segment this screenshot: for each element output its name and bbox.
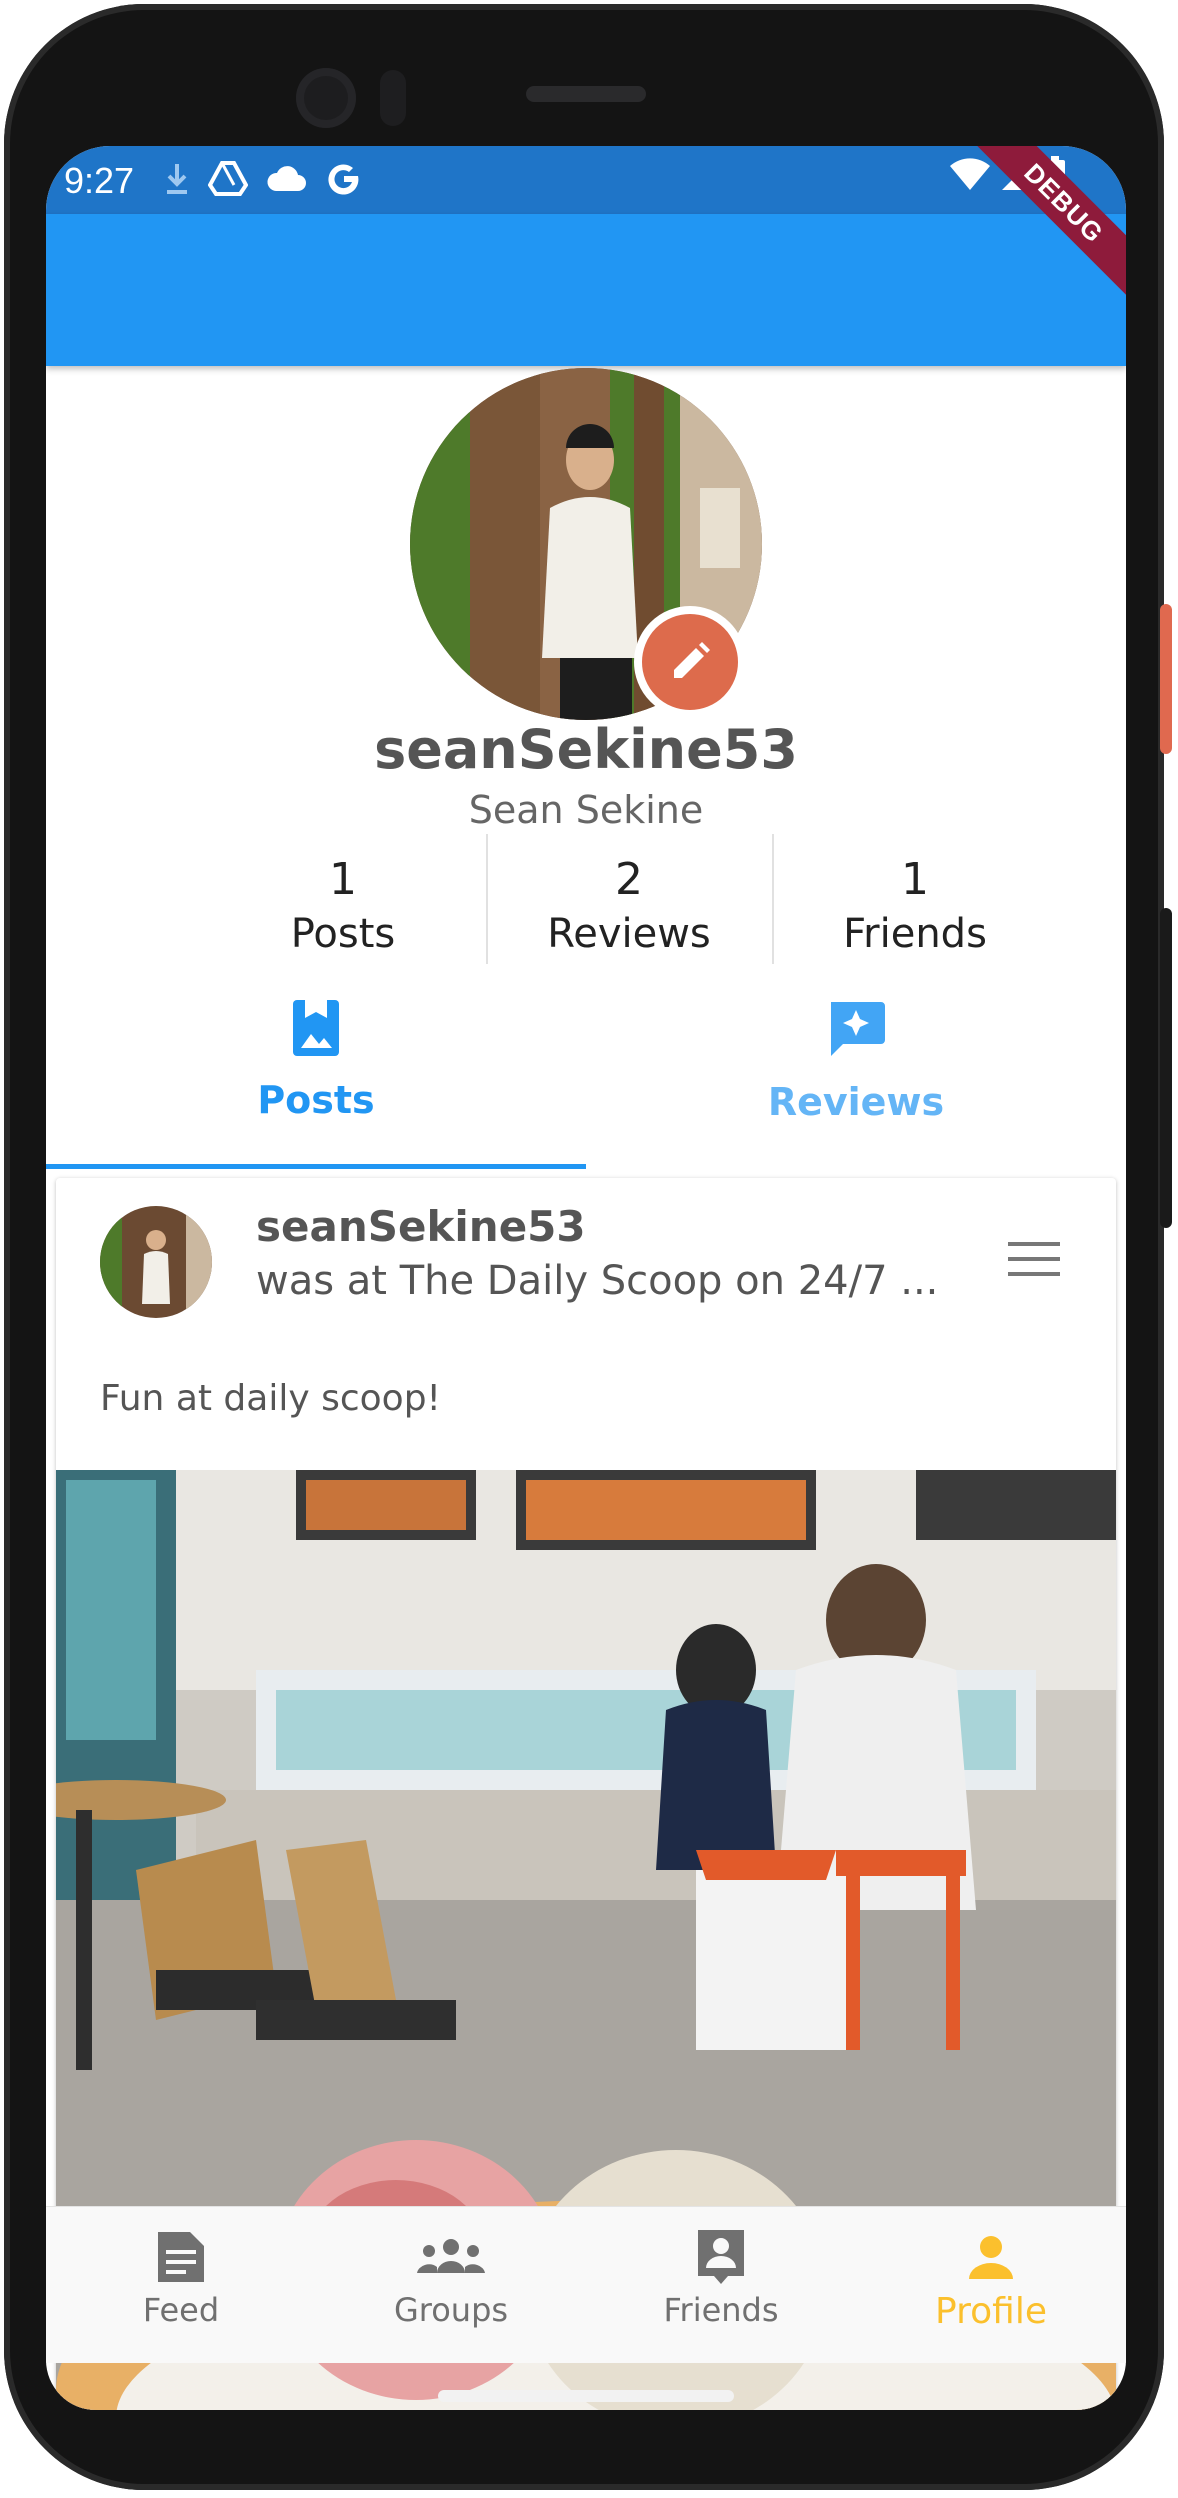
download-icon — [167, 164, 187, 194]
bottom-navigation: Feed Groups Friends Profile — [46, 2206, 1126, 2363]
post-menu-button[interactable] — [1008, 1240, 1060, 1282]
nav-feed[interactable]: Feed — [46, 2207, 316, 2363]
stat-friends[interactable]: 1 Friends — [772, 834, 1058, 968]
post-caption: Fun at daily scoop! — [100, 1378, 441, 1419]
tab-label: Reviews — [767, 1080, 945, 1124]
google-icon — [328, 164, 359, 195]
profile-tabs: Posts Reviews — [46, 986, 1126, 1160]
volume-button — [1160, 908, 1172, 1228]
nav-label: Profile — [935, 2291, 1047, 2332]
edit-profile-button[interactable] — [634, 606, 746, 718]
nav-profile[interactable]: Profile — [856, 2207, 1126, 2363]
stat-value: 1 — [901, 854, 929, 905]
tab-label: Posts — [257, 1078, 375, 1122]
nav-label: Feed — [142, 2291, 220, 2329]
power-button — [1160, 604, 1172, 754]
stat-label: Reviews — [547, 911, 711, 957]
stat-reviews[interactable]: 2 Reviews — [486, 834, 772, 968]
pencil-icon — [674, 642, 710, 678]
stat-value: 1 — [329, 854, 357, 905]
person-icon — [969, 2236, 1013, 2279]
post-username[interactable]: seanSekine53 — [256, 1202, 586, 1251]
cloud-icon — [267, 166, 306, 191]
stat-value: 2 — [615, 854, 643, 905]
proximity-sensor — [380, 70, 406, 126]
stat-divider — [486, 834, 488, 964]
article-icon — [158, 2232, 204, 2282]
nav-label: Friends — [663, 2291, 779, 2329]
bookmark-image-icon — [293, 1000, 339, 1056]
tab-posts[interactable]: Posts — [46, 986, 586, 1160]
earpiece-speaker — [526, 86, 646, 102]
menu-icon — [1008, 1242, 1060, 1276]
drive-icon — [208, 161, 248, 196]
front-camera — [296, 68, 356, 128]
tab-indicator — [46, 1164, 586, 1169]
app-bar — [46, 214, 1126, 366]
stat-divider — [772, 834, 774, 964]
review-sparkle-icon — [831, 1002, 885, 1056]
stat-label: Friends — [843, 911, 987, 957]
stat-posts[interactable]: 1 Posts — [200, 834, 486, 968]
contact-icon — [698, 2230, 744, 2284]
profile-username: seanSekine53 — [374, 718, 798, 781]
nav-groups[interactable]: Groups — [316, 2207, 586, 2363]
status-time: 9:27 — [64, 160, 135, 201]
stat-label: Posts — [290, 911, 396, 957]
tab-reviews[interactable]: Reviews — [586, 986, 1126, 1160]
profile-stats: 1 Posts 2 Reviews 1 Friends — [200, 834, 1060, 968]
nav-label: Groups — [393, 2291, 509, 2329]
nav-friends[interactable]: Friends — [586, 2207, 856, 2363]
profile-full-name: Sean Sekine — [468, 788, 704, 832]
status-bar: 9:27 — [46, 146, 1126, 214]
groups-icon — [417, 2239, 485, 2273]
post-location-subtitle: was at The Daily Scoop on 24/7 ... — [256, 1258, 939, 1304]
post-avatar[interactable] — [100, 1206, 212, 1318]
screen: 9:27 DEBUG seanSekine53 Sean Sekine 1 Po… — [46, 146, 1126, 2410]
wifi-icon — [950, 158, 990, 190]
gesture-bar[interactable] — [438, 2390, 734, 2402]
